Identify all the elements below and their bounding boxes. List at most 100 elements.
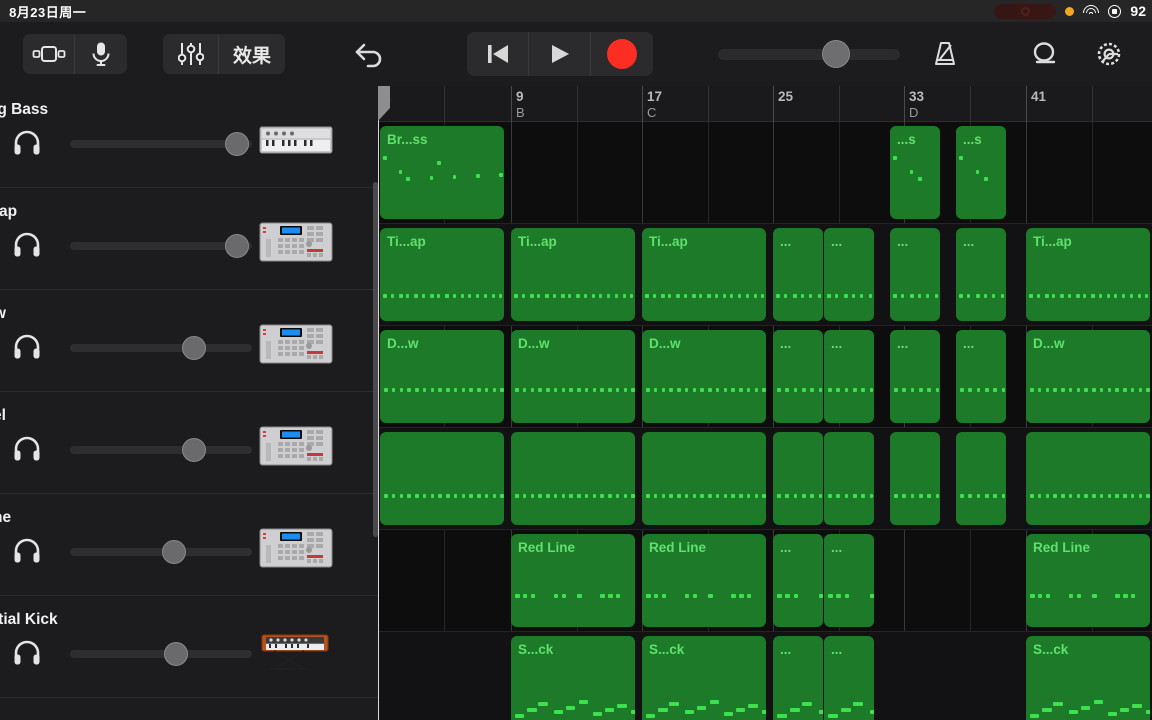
track-instrument-thumbnail[interactable] (258, 629, 334, 671)
midi-region[interactable] (824, 432, 874, 525)
loop-button[interactable] (1020, 31, 1068, 77)
track-instrument-thumbnail[interactable] (258, 527, 334, 569)
volume-knob[interactable] (822, 40, 850, 68)
midi-region[interactable]: S...ck (511, 636, 635, 720)
midi-region[interactable] (380, 432, 504, 525)
headphones-icon[interactable] (13, 130, 41, 156)
midi-region[interactable]: Ti...ap (511, 228, 635, 321)
region-note-preview (380, 432, 504, 525)
midi-region[interactable]: Ti...ap (1026, 228, 1150, 321)
rotation-lock-icon (1108, 4, 1122, 18)
track-header-row[interactable]: ...Feel (0, 392, 378, 494)
region-note-preview (380, 228, 504, 321)
main-toolbar: 效果 (0, 22, 1152, 86)
playhead-line (378, 86, 379, 720)
midi-region[interactable]: D...w (1026, 330, 1150, 423)
effects-button[interactable]: 效果 (219, 34, 285, 74)
master-volume-slider[interactable] (718, 40, 900, 68)
midi-region[interactable]: ... (773, 636, 823, 720)
track-volume-knob[interactable] (163, 642, 188, 666)
metronome-button[interactable] (921, 31, 969, 77)
headphones-icon[interactable] (13, 334, 41, 360)
track-volume-knob[interactable] (161, 540, 186, 564)
region-note-preview (956, 432, 1006, 525)
midi-region[interactable]: Red Line (511, 534, 635, 627)
track-volume-slider[interactable] (70, 642, 252, 666)
track-volume-knob[interactable] (181, 438, 206, 462)
midi-region[interactable]: ... (773, 330, 823, 423)
midi-region[interactable]: ... (824, 330, 874, 423)
midi-region[interactable]: ... (824, 228, 874, 321)
undo-button[interactable] (346, 31, 394, 77)
timeline-grid[interactable]: Br...ss ...s ...s Ti...ap Ti...ap Ti...ap....… (378, 122, 1152, 720)
track-name-label: ...Feel (0, 407, 6, 424)
track-volume-slider[interactable] (70, 540, 252, 564)
track-instrument-thumbnail[interactable] (258, 425, 334, 467)
midi-region[interactable]: ... (824, 636, 874, 720)
play-button[interactable] (529, 32, 591, 76)
headphones-icon[interactable] (13, 232, 41, 258)
playhead-marker[interactable] (378, 86, 390, 122)
record-button[interactable] (591, 32, 653, 76)
orange-dot-icon (1065, 6, 1075, 16)
track-instrument-thumbnail[interactable] (258, 221, 334, 263)
track-instrument-thumbnail[interactable] (258, 323, 334, 365)
midi-region[interactable]: Red Line (642, 534, 766, 627)
midi-region[interactable]: ... (773, 228, 823, 321)
midi-region[interactable]: ...s (956, 126, 1006, 219)
midi-region[interactable]: Ti...ap (380, 228, 504, 321)
track-volume-slider[interactable] (70, 132, 252, 156)
headphones-icon (14, 130, 40, 155)
track-header-row[interactable]: ...bow (0, 290, 378, 392)
track-volume-slider[interactable] (70, 234, 252, 258)
track-volume-knob[interactable] (225, 132, 250, 156)
rewind-button[interactable] (467, 32, 529, 76)
midi-region[interactable]: ... (890, 330, 940, 423)
midi-region[interactable]: S...ck (642, 636, 766, 720)
bar-ruler[interactable]: 19B17C2533D41 (378, 86, 1152, 122)
track-header-row[interactable]: ... Line (0, 494, 378, 596)
ruler-minor-mark (444, 86, 445, 122)
wifi-icon (1083, 4, 1100, 18)
midi-region[interactable]: ...s (890, 126, 940, 219)
track-volume-knob[interactable] (225, 234, 250, 258)
undo-arrow-icon (355, 43, 382, 68)
track-header-row[interactable]: ...king Bass (0, 86, 378, 188)
track-header-row[interactable]: ...: Trap (0, 188, 378, 290)
midi-region[interactable]: ... (890, 228, 940, 321)
region-note-preview (773, 534, 823, 627)
midi-region[interactable]: Br...ss (380, 126, 504, 219)
region-note-preview (824, 228, 874, 321)
track-volume-slider[interactable] (70, 438, 252, 462)
track-volume-knob[interactable] (181, 336, 206, 360)
settings-button[interactable] (1085, 31, 1133, 77)
midi-region[interactable]: ... (824, 534, 874, 627)
midi-region[interactable]: ... (773, 534, 823, 627)
region-note-preview (956, 330, 1006, 423)
mixer-button[interactable] (163, 34, 219, 74)
headphones-icon[interactable] (13, 640, 41, 666)
midi-region[interactable] (773, 432, 823, 525)
microphone-button[interactable] (75, 34, 127, 74)
ruler-bar-number: 33 (909, 89, 925, 104)
track-instrument-thumbnail[interactable] (258, 119, 334, 161)
tracks-view-button[interactable] (23, 34, 75, 74)
midi-region[interactable]: Ti...ap (642, 228, 766, 321)
midi-region[interactable]: ... (956, 228, 1006, 321)
midi-region[interactable]: ... (956, 330, 1006, 423)
headphones-icon[interactable] (13, 538, 41, 564)
midi-region[interactable]: D...w (642, 330, 766, 423)
midi-region[interactable] (511, 432, 635, 525)
midi-region[interactable] (890, 432, 940, 525)
track-header-row[interactable]: ...tantial Kick (0, 596, 378, 698)
track-volume-slider[interactable] (70, 336, 252, 360)
midi-region[interactable]: Red Line (1026, 534, 1150, 627)
midi-region[interactable] (642, 432, 766, 525)
midi-region[interactable]: D...w (380, 330, 504, 423)
headphones-icon[interactable] (13, 436, 41, 462)
timeline-panel: 19B17C2533D41 Br...ss...s...sTi...apTi..… (378, 86, 1152, 720)
midi-region[interactable]: S...ck (1026, 636, 1150, 720)
midi-region[interactable]: D...w (511, 330, 635, 423)
midi-region[interactable] (1026, 432, 1150, 525)
midi-region[interactable] (956, 432, 1006, 525)
